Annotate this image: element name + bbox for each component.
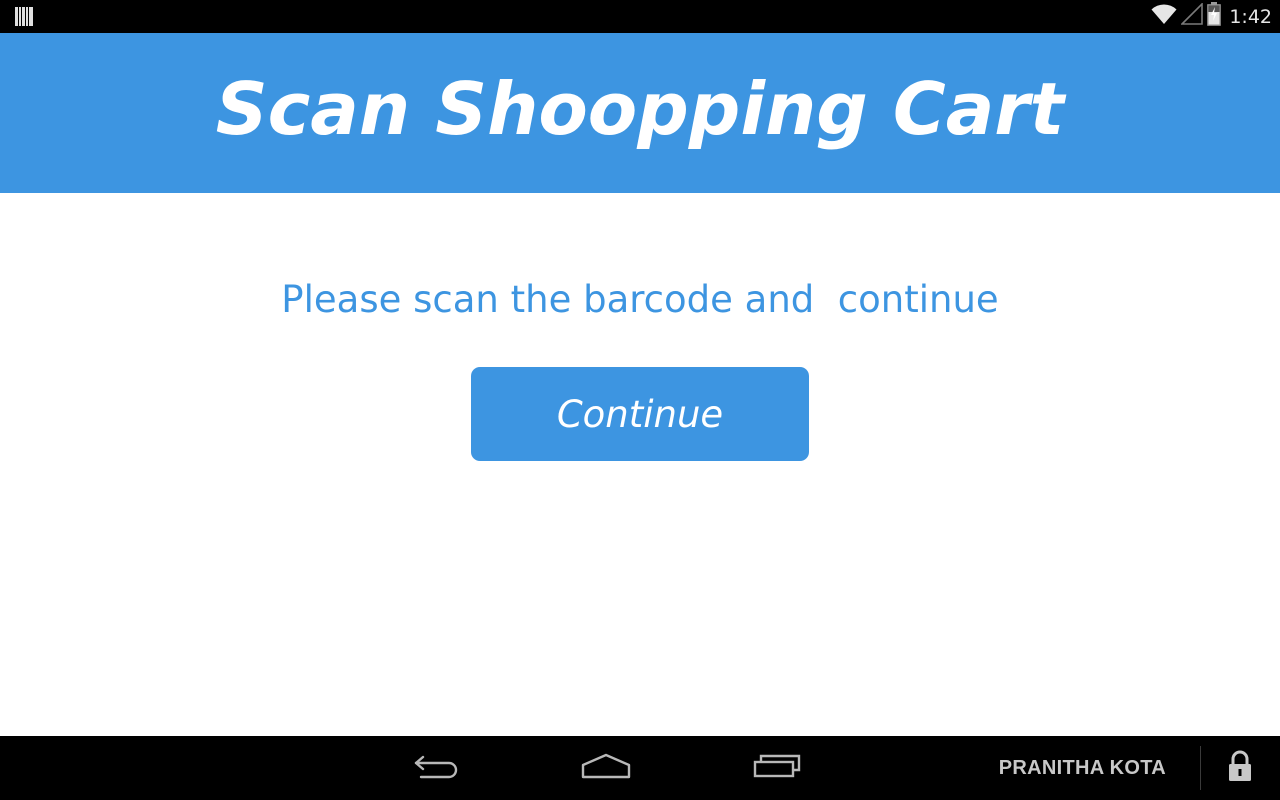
- status-time: 1:42: [1229, 5, 1272, 28]
- recent-apps-button[interactable]: [747, 750, 807, 786]
- nav-divider: [1200, 746, 1201, 790]
- scan-instruction: Please scan the barcode and continue: [281, 278, 999, 321]
- cell-signal-icon: [1180, 2, 1204, 30]
- continue-button-label: Continue: [556, 392, 724, 436]
- app-header: Scan Shoopping Cart: [0, 33, 1280, 193]
- home-icon: [581, 753, 631, 784]
- app-screen: 1:42 Scan Shoopping Cart Please scan the…: [0, 0, 1280, 800]
- navigation-bar: PRANITHA KOTA: [0, 736, 1280, 800]
- home-button[interactable]: [576, 750, 636, 786]
- status-bar: 1:42: [0, 0, 1280, 33]
- lock-button[interactable]: [1224, 750, 1256, 786]
- battery-charging-icon: [1207, 2, 1222, 31]
- page-title: Scan Shoopping Cart: [215, 67, 1065, 151]
- continue-button[interactable]: Continue: [471, 367, 809, 461]
- back-icon: [413, 753, 459, 784]
- barcode-notification-icon: [15, 7, 33, 26]
- status-icons: 1:42: [1151, 0, 1272, 33]
- recent-apps-icon: [753, 753, 801, 784]
- back-button[interactable]: [406, 750, 466, 786]
- wifi-icon: [1151, 3, 1177, 30]
- user-name: PRANITHA KOTA: [998, 756, 1166, 779]
- lock-icon: [1227, 750, 1253, 787]
